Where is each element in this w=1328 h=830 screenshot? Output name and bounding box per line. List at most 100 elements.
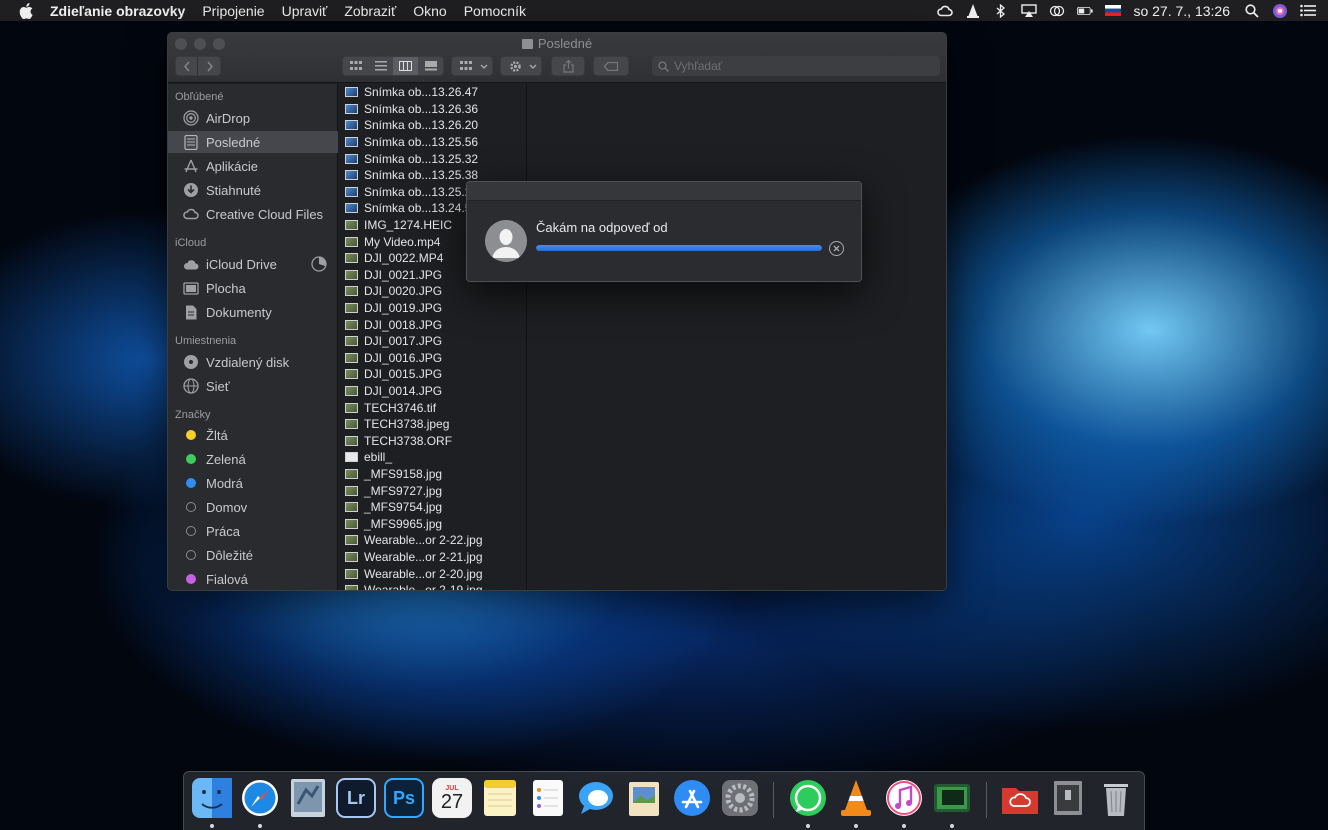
- search-field[interactable]: Vyhľadať: [652, 56, 940, 76]
- file-list-item[interactable]: DJI_0014.JPG: [339, 383, 526, 400]
- dock-itunes-icon[interactable]: [884, 778, 924, 818]
- sidebar-item-vzdialeny-disk[interactable]: Vzdialený disk: [168, 351, 338, 373]
- sidebar-item-icloud-drive[interactable]: iCloud Drive: [168, 253, 338, 275]
- sidebar-item-creative-cloud-files[interactable]: Creative Cloud Files: [168, 203, 338, 225]
- bluetooth-icon[interactable]: [993, 3, 1009, 19]
- sidebar-item-plocha[interactable]: Plocha: [168, 277, 338, 299]
- file-list-item[interactable]: _MFS9965.jpg: [339, 515, 526, 532]
- share-button[interactable]: [551, 56, 585, 76]
- dock-messages-icon[interactable]: [576, 778, 616, 818]
- sidebar-tag-zelena[interactable]: Zelená: [168, 448, 338, 470]
- dock-creative-cloud-folder-icon[interactable]: [1000, 778, 1040, 818]
- cancel-request-button[interactable]: [829, 241, 844, 256]
- dock-screen-sharing-app-icon[interactable]: [932, 778, 972, 818]
- sidebar-item-stiahnute[interactable]: Stiahnuté: [168, 179, 338, 201]
- battery-icon[interactable]: [1077, 3, 1094, 19]
- file-list-item[interactable]: TECH3738.ORF: [339, 432, 526, 449]
- file-list-item[interactable]: Wearable...or 2-19.jpg: [339, 582, 526, 590]
- list-view-button[interactable]: [368, 57, 393, 75]
- file-name: DJI_0020.JPG: [364, 284, 443, 299]
- file-list-item[interactable]: TECH3746.tif: [339, 399, 526, 416]
- apple-menu-icon[interactable]: [16, 0, 36, 21]
- dock-finder-icon[interactable]: [192, 778, 232, 818]
- notification-center-icon[interactable]: [1300, 3, 1316, 19]
- dock-trash-icon[interactable]: [1096, 778, 1136, 818]
- sidebar-tag-fialova[interactable]: Fialová: [168, 568, 338, 590]
- creative-cloud-icon[interactable]: [937, 3, 954, 19]
- airplay-icon[interactable]: [1021, 3, 1038, 19]
- sidebar-item-aplikacie[interactable]: Aplikácie: [168, 155, 338, 177]
- dock-screen-sharing-icon[interactable]: [288, 778, 328, 818]
- tag-color-dot: [186, 550, 196, 560]
- file-name: _MFS9754.jpg: [364, 500, 443, 515]
- file-list-item[interactable]: DJI_0020.JPG: [339, 283, 526, 300]
- dock-app-store-icon[interactable]: [672, 778, 712, 818]
- file-list-item[interactable]: DJI_0015.JPG: [339, 366, 526, 383]
- dock-whatsapp-icon[interactable]: [788, 778, 828, 818]
- image-file-icon: [345, 153, 358, 164]
- sidebar-item-airdrop[interactable]: AirDrop: [168, 107, 338, 129]
- search-placeholder: Vyhľadať: [674, 59, 723, 73]
- menu-clock[interactable]: so 27. 7., 13:26: [1133, 3, 1230, 19]
- sidebar-item-siet[interactable]: Sieť: [168, 375, 338, 397]
- group-by-button[interactable]: [451, 56, 493, 76]
- file-list-item[interactable]: DJI_0016.JPG: [339, 350, 526, 367]
- file-list-item[interactable]: Wearable...or 2-22.jpg: [339, 532, 526, 549]
- icon-view-button[interactable]: [343, 57, 368, 75]
- airdrop-icon: [183, 110, 199, 126]
- menu-zobrazit[interactable]: Zobraziť: [344, 3, 396, 19]
- action-menu-button[interactable]: [500, 56, 542, 76]
- input-source-flag-icon[interactable]: [1105, 3, 1122, 19]
- sidebar-item-posledne[interactable]: Posledné: [168, 131, 338, 153]
- dock-system-preferences-icon[interactable]: [720, 778, 760, 818]
- file-list-item[interactable]: Wearable...or 2-21.jpg: [339, 549, 526, 566]
- sidebar-item-dokumenty[interactable]: Dokumenty: [168, 301, 338, 323]
- dock-archive-icon[interactable]: [1048, 778, 1088, 818]
- file-list-item[interactable]: Snímka ob...13.25.56: [339, 134, 526, 151]
- file-list-item[interactable]: DJI_0019.JPG: [339, 300, 526, 317]
- menu-upravit[interactable]: Upraviť: [282, 3, 328, 19]
- sidebar-tag-domov[interactable]: Domov: [168, 496, 338, 518]
- file-list-item[interactable]: _MFS9754.jpg: [339, 499, 526, 516]
- nav-buttons: [175, 56, 221, 76]
- sidebar-tag-zlta[interactable]: Žltá: [168, 424, 338, 446]
- dock-notes-icon[interactable]: [480, 778, 520, 818]
- menu-pripojenie[interactable]: Pripojenie: [202, 3, 264, 19]
- menu-app-name[interactable]: Zdieľanie obrazovky: [50, 3, 185, 19]
- dock-calendar-icon[interactable]: JUL 27: [432, 778, 472, 818]
- column-view-button[interactable]: [393, 57, 418, 75]
- tags-button[interactable]: [593, 56, 629, 76]
- sidebar-tag-dolezite[interactable]: Dôležité: [168, 544, 338, 566]
- siri-icon[interactable]: [1272, 3, 1288, 19]
- dock-safari-icon[interactable]: [240, 778, 280, 818]
- file-list-item[interactable]: Snímka ob...13.26.36: [339, 101, 526, 118]
- file-list-item[interactable]: DJI_0018.JPG: [339, 316, 526, 333]
- sidebar-tag-modra[interactable]: Modrá: [168, 472, 338, 494]
- dock-reminders-icon[interactable]: [528, 778, 568, 818]
- file-list-item[interactable]: Snímka ob...13.26.20: [339, 117, 526, 134]
- forward-button[interactable]: [199, 57, 221, 75]
- dock-lightroom-icon[interactable]: Lr: [336, 778, 376, 818]
- menu-pomocnik[interactable]: Pomocník: [464, 3, 526, 19]
- spotlight-search-icon[interactable]: [1244, 3, 1260, 19]
- file-list-item[interactable]: _MFS9727.jpg: [339, 482, 526, 499]
- file-list-item[interactable]: Wearable...or 2-20.jpg: [339, 565, 526, 582]
- dock-preview-icon[interactable]: [624, 778, 664, 818]
- vlc-icon[interactable]: [965, 3, 981, 19]
- file-list-item[interactable]: _MFS9158.jpg: [339, 466, 526, 483]
- file-list-item[interactable]: ebill_: [339, 449, 526, 466]
- file-list-item[interactable]: TECH3738.jpeg: [339, 416, 526, 433]
- chevron-down-icon: [478, 57, 490, 75]
- screen-sharing-status-icon[interactable]: [1049, 3, 1065, 19]
- sidebar-tag-praca[interactable]: Práca: [168, 520, 338, 542]
- file-list-item[interactable]: DJI_0017.JPG: [339, 333, 526, 350]
- gallery-view-button[interactable]: [418, 57, 443, 75]
- dock-vlc-icon[interactable]: [836, 778, 876, 818]
- sync-progress-icon: [311, 256, 327, 275]
- menu-okno[interactable]: Okno: [413, 3, 446, 19]
- image-file-icon: [345, 336, 358, 347]
- back-button[interactable]: [176, 57, 198, 75]
- dock-photoshop-icon[interactable]: Ps: [384, 778, 424, 818]
- file-list-item[interactable]: Snímka ob...13.25.32: [339, 150, 526, 167]
- file-list-item[interactable]: Snímka ob...13.26.47: [339, 84, 526, 101]
